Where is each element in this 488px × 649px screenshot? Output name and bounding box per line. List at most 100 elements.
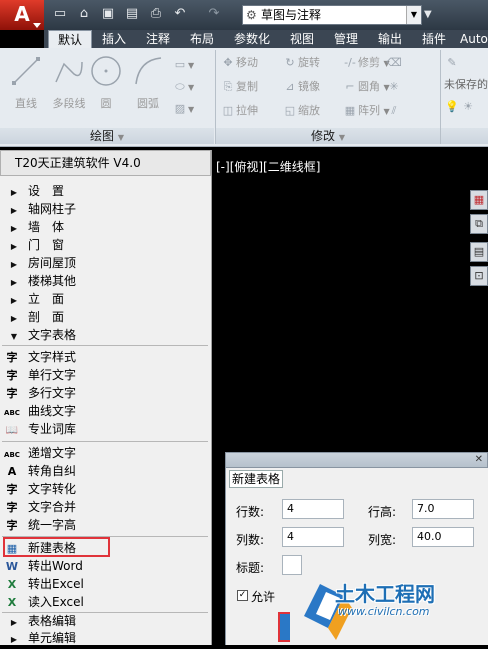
scale-tool[interactable]: ◱ 缩放 <box>282 102 320 120</box>
tab-plugins[interactable]: 插件 <box>416 30 452 48</box>
menu-axis-columns[interactable]: ▶ 轴网柱子 <box>0 200 211 218</box>
print-icon[interactable]: ⎙ <box>148 6 164 22</box>
redo-icon[interactable]: ↷ <box>206 6 222 22</box>
table-properties-icon[interactable]: ▤ <box>470 242 488 262</box>
array-tool[interactable]: ▦ 阵列 ▼ <box>342 102 390 120</box>
menu-cell-edit[interactable]: ▶ 单元编辑 <box>0 629 211 647</box>
menu-text-table[interactable]: ▼ 文字表格 <box>0 326 211 344</box>
layer-panel-title <box>441 128 488 144</box>
viewport-controls[interactable]: [-][俯视][二维线框] <box>216 158 320 175</box>
modify-extra: ⌫ ✳ ⫽ <box>386 54 410 124</box>
menu-room-roof[interactable]: ▶ 房间屋顶 <box>0 254 211 272</box>
grid-icon[interactable]: ▦ <box>470 190 488 210</box>
stretch-tool[interactable]: ◫ 拉伸 <box>220 102 258 120</box>
menu-elevation[interactable]: ▶ 立 面 <box>0 290 211 308</box>
sun-icon: ☀ <box>463 100 473 113</box>
tool-text-convert[interactable]: 字文字转化 <box>0 480 211 498</box>
app-logo-letter: A <box>14 2 30 26</box>
tab-view[interactable]: 视图 <box>284 30 320 48</box>
view-manager-icon[interactable]: ⊡ <box>470 266 488 286</box>
dialog-titlebar[interactable]: ✕ <box>225 452 488 468</box>
rectangle-tool[interactable]: ▭ ▼ <box>172 56 212 74</box>
divider <box>2 441 208 442</box>
rows-input[interactable]: 4 <box>282 499 344 519</box>
menu-stairs-other[interactable]: ▶ 楼梯其他 <box>0 272 211 290</box>
tool-corner-correct[interactable]: A 转角自纠 <box>0 462 211 480</box>
mirror-tool[interactable]: ⊿ 镜像 <box>282 78 320 96</box>
tab-annotate[interactable]: 注释 <box>140 30 176 48</box>
line-tool[interactable]: 直线 <box>8 54 44 111</box>
row-height-input[interactable]: 7.0 <box>412 499 474 519</box>
copy-tool[interactable]: ⎘ 复制 <box>220 78 258 96</box>
tool-text-style[interactable]: 字文字样式 <box>0 348 211 366</box>
tab-manage[interactable]: 管理 <box>328 30 364 48</box>
customize-toolbar-icon[interactable]: ▼ <box>424 6 434 24</box>
arc-tool-label: 圆弧 <box>137 97 159 110</box>
line-tool-label: 直线 <box>15 97 37 110</box>
save-icon[interactable]: ▣ <box>100 6 116 22</box>
tool-curved-text[interactable]: ABC 曲线文字 <box>0 402 211 420</box>
tool-multiline-text[interactable]: 字多行文字 <box>0 384 211 402</box>
tab-layout[interactable]: 布局 <box>184 30 220 48</box>
hatch-tool[interactable]: ▨ ▼ <box>172 100 212 118</box>
tab-insert[interactable]: 插入 <box>96 30 132 48</box>
application-menu-button[interactable]: A <box>0 0 44 30</box>
explode-tool[interactable]: ✳ <box>386 78 410 96</box>
circle-tool[interactable]: 圆 <box>88 54 124 111</box>
tool-export-word[interactable]: W 转出Word <box>0 557 211 575</box>
modify-panel-title[interactable]: 修改 ▼ <box>216 128 440 144</box>
tool-uniform-height[interactable]: 字统一字高 <box>0 516 211 534</box>
tab-output[interactable]: 输出 <box>372 30 408 48</box>
draw-panel-title[interactable]: 绘图 ▼ <box>0 128 214 144</box>
tool-dictionary[interactable]: 📖 专业词库 <box>0 420 211 438</box>
arc-icon <box>135 57 162 85</box>
move-tool[interactable]: ✥ 移动 <box>220 54 258 72</box>
tab-default[interactable]: 默认 <box>48 30 92 48</box>
layer-icon: ✎ <box>447 56 457 69</box>
open-folder-icon[interactable]: ⌂ <box>76 6 92 22</box>
layers-icon[interactable]: ⧉ <box>470 214 488 234</box>
menu-table-edit[interactable]: ▶ 表格编辑 <box>0 612 211 630</box>
close-icon[interactable]: ✕ <box>475 453 483 467</box>
erase-tool[interactable]: ⌫ <box>386 54 410 72</box>
text-convert-icon: 字 <box>6 483 18 496</box>
menu-doors-windows[interactable]: ▶ 门 窗 <box>0 236 211 254</box>
layer-properties-tool[interactable]: ✎ <box>444 54 488 72</box>
cols-input[interactable]: 4 <box>282 527 344 547</box>
tab-parametric[interactable]: 参数化 <box>228 30 276 48</box>
caret-down-icon: ▼ <box>338 133 345 142</box>
tool-export-excel[interactable]: X 转出Excel <box>0 575 211 593</box>
arc-tool[interactable]: 圆弧 <box>128 54 168 111</box>
gear-icon: ⚙ <box>246 8 257 22</box>
allow-checkbox[interactable]: ✓ <box>237 590 248 601</box>
trim-tool[interactable]: -/- 修剪 ▼ <box>342 54 389 72</box>
tab-autodesk[interactable]: Auto <box>460 30 488 48</box>
new-file-icon[interactable]: ▭ <box>52 6 68 22</box>
tool-text-merge[interactable]: 字文字合并 <box>0 498 211 516</box>
workspace-switcher[interactable]: ⚙ 草图与注释 ▼ <box>242 5 422 25</box>
save-as-icon[interactable]: ▤ <box>124 6 140 22</box>
polyline-tool-label: 多段线 <box>52 97 86 110</box>
fillet-icon: ⌐ <box>345 80 355 93</box>
layer-bulb-tool[interactable]: 💡 ☀ <box>444 98 488 116</box>
trim-icon: -/- <box>344 56 356 69</box>
menu-walls[interactable]: ▶ 墙 体 <box>0 218 211 236</box>
rows-label: 行数: <box>236 505 265 519</box>
selection-highlight <box>3 537 110 557</box>
tool-increment-text[interactable]: ABC 递增文字 <box>0 444 211 462</box>
menu-section[interactable]: ▶ 剖 面 <box>0 308 211 326</box>
caption-input[interactable] <box>282 555 302 575</box>
dialog-highlighted-control[interactable] <box>278 612 290 642</box>
menu-settings[interactable]: ▶ 设 置 <box>0 182 211 200</box>
tool-import-excel[interactable]: X 读入Excel <box>0 593 211 611</box>
rotate-tool[interactable]: ↻ 旋转 <box>282 54 320 72</box>
fillet-tool[interactable]: ⌐ 圆角 ▼ <box>342 78 389 96</box>
undo-icon[interactable]: ↶ <box>172 6 188 22</box>
text-merge-icon: 字 <box>6 501 18 514</box>
tool-single-line-text[interactable]: 字单行文字 <box>0 366 211 384</box>
offset-tool[interactable]: ⫽ <box>386 102 410 120</box>
ellipse-tool[interactable]: ⬭ ▼ <box>172 78 212 96</box>
col-width-input[interactable]: 40.0 <box>412 527 474 547</box>
polyline-tool[interactable]: 多段线 <box>46 54 92 111</box>
layer-state[interactable]: 未保存的 <box>444 76 488 94</box>
